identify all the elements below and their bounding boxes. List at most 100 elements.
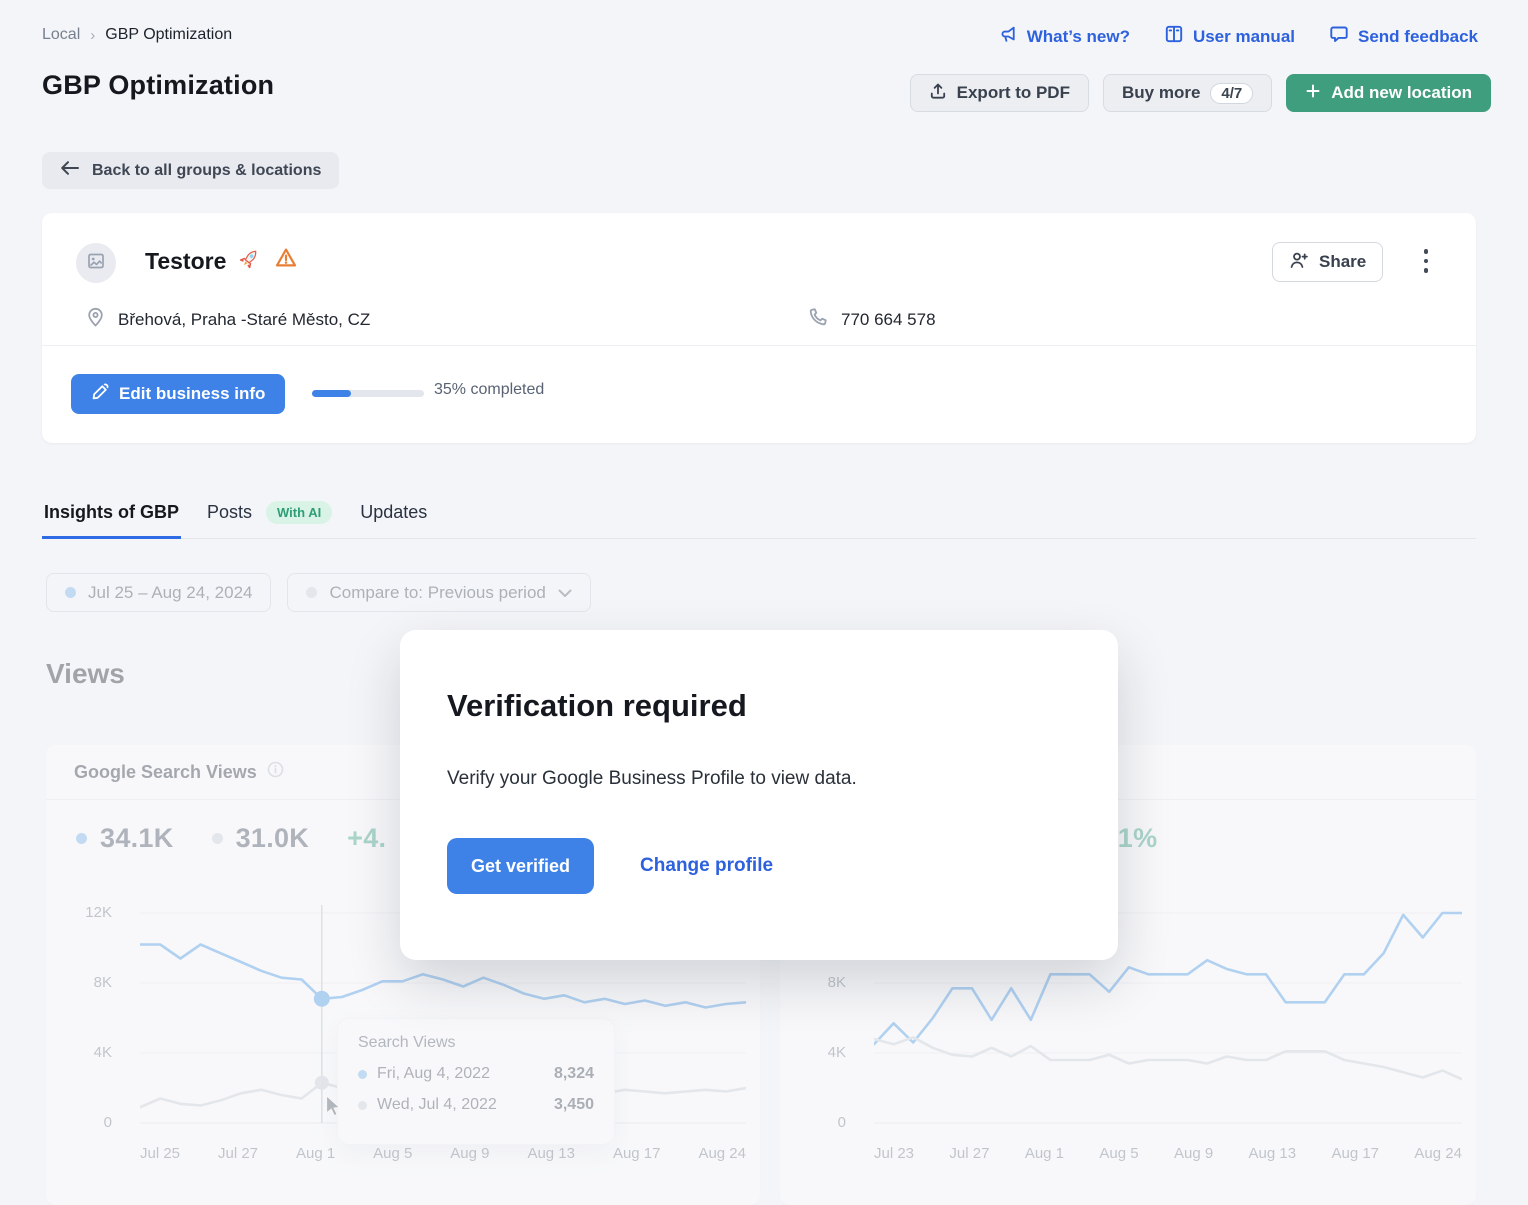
x-tick-label: Aug 9 [1174, 1145, 1213, 1162]
y-tick-label: 0 [838, 1114, 846, 1131]
business-address: Břehová, Praha -Staré Město, CZ [118, 310, 370, 330]
x-tick-label: Aug 24 [698, 1145, 746, 1162]
business-phone-row: 770 664 578 [808, 307, 936, 332]
get-verified-button[interactable]: Get verified [447, 838, 594, 894]
page-title: GBP Optimization [42, 70, 274, 101]
current-period-dot [65, 587, 76, 598]
current-series-dot [358, 1070, 367, 1079]
business-phone: 770 664 578 [841, 310, 936, 330]
tooltip-row: Wed, Jul 4, 2022 3,450 [358, 1096, 594, 1114]
y-tick-label: 4K [828, 1044, 846, 1061]
modal-body: Verify your Google Business Profile to v… [447, 768, 857, 790]
x-tick-label: Aug 1 [1025, 1145, 1064, 1162]
x-tick-label: Aug 17 [1331, 1145, 1379, 1162]
pencil-icon [91, 383, 109, 406]
person-plus-icon [1289, 251, 1309, 274]
breadcrumb-local[interactable]: Local [42, 26, 80, 44]
progress-fill [312, 390, 351, 397]
current-series-dot [76, 833, 87, 844]
y-tick-label: 4K [94, 1044, 112, 1061]
chart-tooltip: Search Views Fri, Aug 4, 2022 8,324 Wed,… [337, 1018, 615, 1145]
tab-insights-of-gbp[interactable]: Insights of GBP [42, 486, 181, 538]
x-tick-label: Aug 5 [1099, 1145, 1138, 1162]
add-new-location-button[interactable]: Add new location [1286, 74, 1491, 112]
x-tick-label: Jul 27 [949, 1145, 989, 1162]
change-value: +4. [347, 823, 386, 854]
breadcrumb: Local › GBP Optimization [42, 26, 232, 44]
whats-new-link[interactable]: What’s new? [999, 25, 1130, 49]
business-avatar [76, 243, 116, 283]
rocket-icon [238, 246, 262, 276]
export-pdf-button[interactable]: Export to PDF [910, 74, 1089, 112]
megaphone-icon [999, 25, 1018, 49]
x-tick-label: Aug 13 [527, 1145, 575, 1162]
x-axis: Jul 23 Jul 27 Aug 1 Aug 5 Aug 9 Aug 13 Aug 17 A… [874, 1145, 1462, 1162]
x-tick-label: Aug 9 [450, 1145, 489, 1162]
book-icon [1164, 24, 1184, 49]
x-tick-label: Jul 27 [218, 1145, 258, 1162]
upload-icon [929, 82, 947, 105]
gbp-optimization-page: { "breadcrumb": { "root": "Local", "curr… [0, 0, 1528, 1186]
previous-period-dot [306, 587, 317, 598]
x-tick-label: Aug 13 [1249, 1145, 1297, 1162]
arrow-left-icon [60, 160, 80, 181]
compare-period-select[interactable]: Compare to: Previous period [287, 573, 590, 612]
edit-business-info-button[interactable]: Edit business info [71, 374, 285, 414]
y-tick-label: 12K [85, 904, 112, 921]
chart-legend: 34.1K 31.0K +4. [76, 823, 386, 854]
back-to-groups-button[interactable]: Back to all groups & locations [42, 152, 339, 189]
user-manual-link[interactable]: User manual [1164, 24, 1295, 49]
tab-posts[interactable]: Posts With AI [205, 486, 334, 538]
chevron-down-icon [558, 583, 572, 603]
modal-title: Verification required [447, 688, 747, 724]
tab-updates[interactable]: Updates [358, 486, 429, 538]
profile-completeness-bar [312, 390, 424, 397]
info-icon[interactable] [267, 761, 284, 783]
card-divider [42, 345, 1476, 346]
x-tick-label: Aug 17 [613, 1145, 661, 1162]
chat-bubble-icon [1329, 24, 1349, 49]
quota-badge: 4/7 [1210, 83, 1253, 104]
plus-icon [1305, 83, 1321, 104]
previous-value: 31.0K [236, 823, 310, 854]
business-address-row: Břehová, Praha -Staré Město, CZ [86, 307, 370, 333]
section-title-views: Views [46, 658, 125, 690]
buy-more-button[interactable]: Buy more 4/7 [1103, 74, 1272, 112]
x-tick-label: Jul 23 [874, 1145, 914, 1162]
top-links: What’s new? User manual Send feedback [999, 24, 1478, 49]
progress-label: 35% completed [434, 381, 544, 399]
share-button[interactable]: Share [1272, 242, 1383, 282]
chart-title: Google Search Views [74, 762, 257, 783]
image-placeholder-icon [86, 251, 106, 276]
warning-icon[interactable] [274, 246, 298, 276]
previous-series-dot [212, 833, 223, 844]
current-value: 34.1K [100, 823, 174, 854]
tooltip-row: Fri, Aug 4, 2022 8,324 [358, 1065, 594, 1083]
y-tick-label: 0 [104, 1114, 112, 1131]
phone-icon [808, 307, 828, 332]
chevron-right-icon: › [90, 27, 95, 44]
filters-row: Jul 25 – Aug 24, 2024 Compare to: Previo… [46, 573, 591, 612]
x-axis: Jul 25Jul 27Aug 1Aug 5Aug 9Aug 13Aug 17A… [140, 1145, 746, 1162]
send-feedback-link[interactable]: Send feedback [1329, 24, 1478, 49]
business-card: Testore Břehová, Praha -Staré Město, CZ … [42, 213, 1476, 443]
breadcrumb-current: GBP Optimization [105, 26, 232, 44]
with-ai-badge: With AI [266, 501, 332, 524]
tab-bar: Insights of GBP Posts With AI Updates [42, 486, 1476, 539]
location-pin-icon [86, 307, 105, 333]
y-tick-label: 8K [828, 974, 846, 991]
kebab-menu-icon[interactable] [1410, 239, 1442, 283]
x-tick-label: Aug 1 [296, 1145, 335, 1162]
y-tick-label: 8K [94, 974, 112, 991]
modal-actions: Get verified Change profile [447, 838, 773, 894]
x-tick-label: Jul 25 [140, 1145, 180, 1162]
tooltip-title: Search Views [358, 1034, 594, 1052]
header-actions: Export to PDF Buy more 4/7 Add new locat… [910, 74, 1491, 112]
x-tick-label: Aug 24 [1414, 1145, 1462, 1162]
y-axis: 12K 8K 4K 0 [54, 905, 126, 1135]
business-name: Testore [145, 248, 226, 275]
mouse-cursor [325, 1095, 341, 1122]
previous-series-dot [358, 1101, 367, 1110]
date-range-picker[interactable]: Jul 25 – Aug 24, 2024 [46, 573, 271, 612]
change-profile-link[interactable]: Change profile [640, 855, 773, 877]
